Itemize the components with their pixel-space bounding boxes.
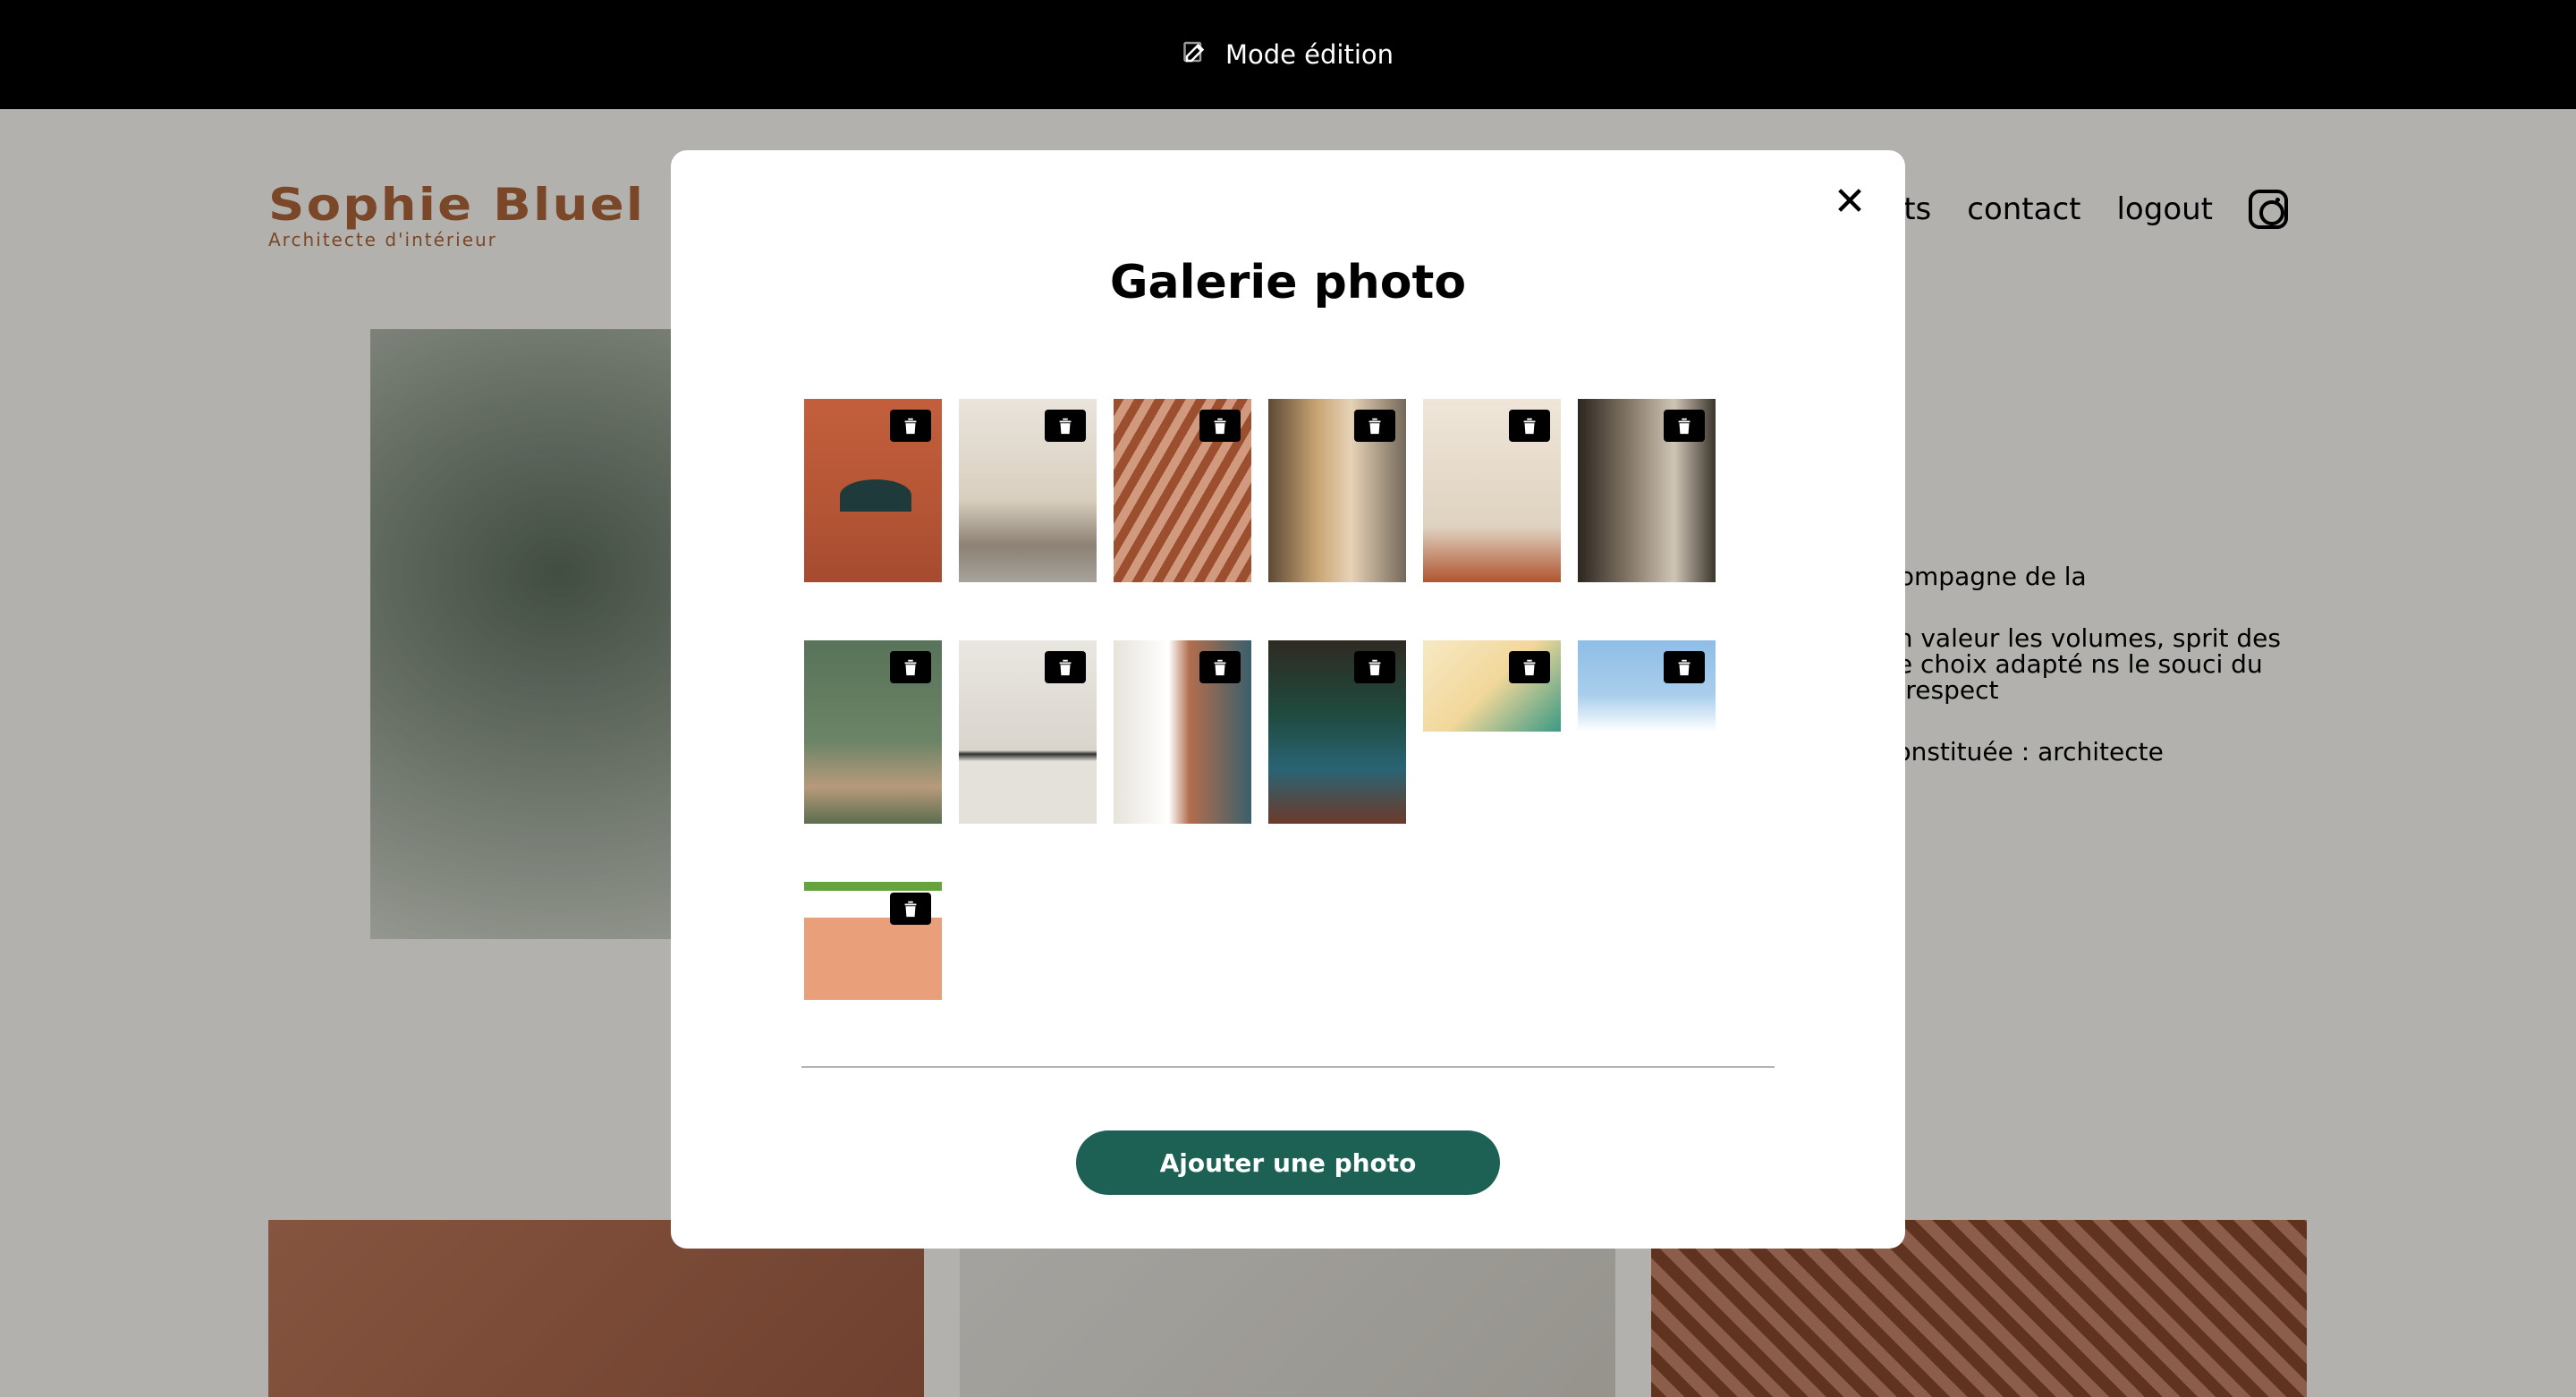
modal-title: Galerie photo <box>1109 256 1467 309</box>
photo-thumbnail <box>1114 640 1251 824</box>
trash-icon[interactable] <box>1509 410 1550 442</box>
trash-icon[interactable] <box>890 651 931 683</box>
photo-thumbnail <box>1114 399 1251 582</box>
trash-icon[interactable] <box>890 893 931 925</box>
trash-icon[interactable] <box>1664 410 1705 442</box>
trash-icon[interactable] <box>1045 651 1086 683</box>
photo-thumbnail <box>959 640 1097 824</box>
edit-mode-banner: Mode édition <box>0 0 2576 109</box>
trash-icon[interactable] <box>1509 651 1550 683</box>
trash-icon[interactable] <box>1354 651 1395 683</box>
modal-separator <box>801 1066 1775 1068</box>
photo-thumbnail <box>959 399 1097 582</box>
photo-thumbnail <box>1268 399 1406 582</box>
trash-icon[interactable] <box>1664 651 1705 683</box>
photo-thumbnail <box>1423 399 1561 582</box>
edit-mode-label[interactable]: Mode édition <box>1225 39 1394 70</box>
gallery-modal: ✕ Galerie photo Ajouter une photo <box>671 150 1905 1249</box>
trash-icon[interactable] <box>1199 410 1241 442</box>
trash-icon[interactable] <box>1354 410 1395 442</box>
edit-icon <box>1182 38 1209 72</box>
trash-icon[interactable] <box>890 410 931 442</box>
photo-thumbnail <box>1578 640 1716 732</box>
photo-thumbnail <box>804 399 942 582</box>
photo-thumbnail <box>804 640 942 824</box>
photo-thumbnail <box>1423 640 1561 732</box>
close-icon[interactable]: ✕ <box>1830 182 1869 222</box>
photo-thumbnail <box>1268 640 1406 824</box>
photo-thumbnail <box>804 882 942 1000</box>
photo-thumbnail <box>1578 399 1716 582</box>
add-photo-button[interactable]: Ajouter une photo <box>1076 1130 1500 1195</box>
trash-icon[interactable] <box>1199 651 1241 683</box>
trash-icon[interactable] <box>1045 410 1086 442</box>
